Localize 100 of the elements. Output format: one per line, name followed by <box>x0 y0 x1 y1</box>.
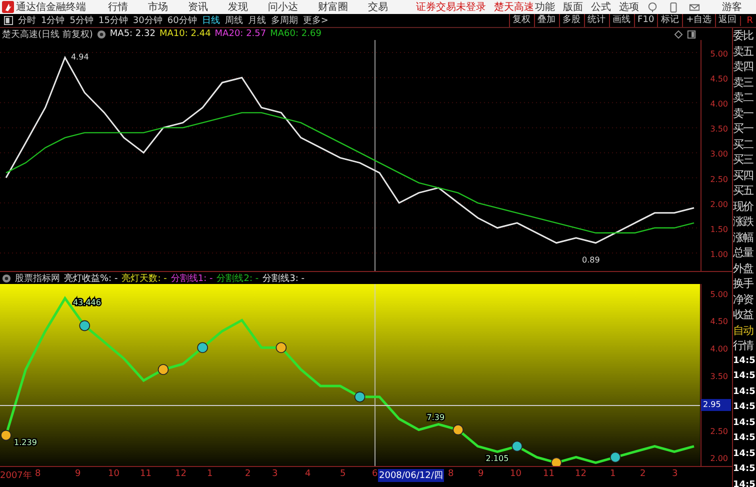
period-tab[interactable]: 30分钟 <box>132 14 162 27</box>
quote-label: 卖四 <box>733 59 754 74</box>
signal-icon <box>512 440 522 452</box>
ma-value: MA60: 2.69 <box>270 29 322 39</box>
indicator-value: 分割线3: - <box>262 272 304 284</box>
menu-item[interactable]: 资讯 <box>188 0 208 14</box>
message-icon[interactable] <box>689 2 700 12</box>
menu-item[interactable]: 财富圈 <box>318 0 348 14</box>
axis-label: 1.00 <box>710 250 728 259</box>
axis-label: 4.50 <box>710 317 728 326</box>
axis-label: 8 <box>35 469 41 479</box>
axis-label: 3.00 <box>710 150 728 159</box>
signal-icon <box>158 364 169 375</box>
value-annotation: 2.105 <box>486 454 509 464</box>
window-icon[interactable] <box>687 30 696 38</box>
price-annotation: 0.89 <box>582 255 600 264</box>
menu-item[interactable]: 功能 <box>535 0 555 14</box>
signal-icon <box>610 452 621 463</box>
app-title: 通达信金融终端 <box>16 0 86 14</box>
login-status[interactable]: 证券交易未登录 <box>416 0 486 14</box>
quote-label: 买五 <box>733 183 754 198</box>
trade-time: 14:5 <box>733 416 756 430</box>
period-tab[interactable]: 周线 <box>224 14 243 27</box>
quote-label: 涨幅 <box>733 230 754 245</box>
toolbar-button[interactable]: R <box>740 16 756 26</box>
axis-label: 2.50 <box>710 174 728 184</box>
menu-item[interactable]: 市场 <box>148 0 168 14</box>
menu-item[interactable]: 版面 <box>563 0 583 14</box>
indicator-value: 分割线1: - <box>170 272 213 284</box>
indicator-value: 分割线2: - <box>216 272 259 284</box>
panel-toggle-icon[interactable] <box>4 16 13 25</box>
trade-time: 14:5 <box>733 370 756 383</box>
value-annotation: 43.446 <box>72 298 101 307</box>
period-tab[interactable]: 15分钟 <box>98 14 128 27</box>
axis-label: 10 <box>108 469 120 479</box>
axis-label: 6 <box>372 469 378 479</box>
signal-icon <box>276 342 287 353</box>
chart-title: 楚天高速(日线 前复权) <box>2 28 93 40</box>
axis-label: 12 <box>575 469 586 479</box>
crosshair-value: 2.95 <box>701 399 731 412</box>
period-tab[interactable]: 多周期 <box>270 14 298 27</box>
axis-label: 2007年 <box>0 470 32 482</box>
menu-item[interactable]: 选项 <box>619 0 639 14</box>
price-annotation: 4.94 <box>70 52 89 62</box>
value-annotation: 7.39 <box>426 413 445 422</box>
quote-label: 买一 <box>733 121 754 136</box>
quote-label: 卖二 <box>733 90 754 106</box>
ma-value: MA20: 2.57 <box>214 29 266 39</box>
menu-item[interactable]: 发现 <box>228 0 248 14</box>
axis-label: 10 <box>510 469 522 479</box>
axis-label: 11 <box>543 469 554 479</box>
quote-label: 涨跌 <box>733 214 754 230</box>
period-tab[interactable]: 月线 <box>248 14 266 27</box>
menu-item[interactable]: 公式 <box>591 0 611 14</box>
trade-time: 14:5 <box>733 401 756 414</box>
period-tab[interactable]: 5分钟 <box>70 14 94 27</box>
crosshair-date: 2008/06/12/四 <box>378 469 444 482</box>
quote-label: 卖三 <box>733 74 754 90</box>
axis-label: 2.00 <box>710 200 728 209</box>
menu-item[interactable]: 行情 <box>108 0 128 14</box>
settings-icon[interactable] <box>96 30 106 38</box>
indicator-value: 亮灯收益%: - <box>64 272 118 284</box>
period-tab[interactable]: 日线 <box>202 14 220 27</box>
trade-time: 14:5 <box>733 432 756 445</box>
menu-item[interactable]: 交易 <box>368 0 388 14</box>
period-tab[interactable]: 1分钟 <box>41 14 65 27</box>
trade-time: 14:5 <box>733 354 756 368</box>
quote-label: 现价 <box>733 198 754 214</box>
settings-icon[interactable] <box>2 274 11 282</box>
axis-label: 2.50 <box>710 426 728 436</box>
axis-label: 3.50 <box>710 124 728 134</box>
trade-time: 14:5 <box>733 386 756 398</box>
period-tab[interactable]: 60分钟 <box>167 14 197 27</box>
axis-label: 5.00 <box>710 290 728 299</box>
axis-label: 2 <box>245 469 251 479</box>
axis-label: 4.50 <box>710 74 728 84</box>
axis-label: 3 <box>672 469 678 479</box>
axis-label: 2.00 <box>710 454 728 464</box>
axis-label: 9 <box>75 469 81 479</box>
menu-item[interactable]: 问小达 <box>268 0 298 14</box>
axis-label: 4.00 <box>710 344 728 354</box>
user-label[interactable]: 游客 <box>722 0 742 14</box>
mode-label[interactable]: 自动 <box>733 322 756 338</box>
period-tab[interactable]: 分时 <box>18 14 36 27</box>
axis-label: 2 <box>640 469 646 479</box>
trade-time: 14:5 <box>733 478 756 487</box>
quote-label: 总量 <box>733 245 754 260</box>
quote-label: 换手 <box>733 276 754 292</box>
period-tab[interactable]: 更多> <box>302 14 328 27</box>
axis-label: 1.50 <box>710 224 728 234</box>
ma-value: MA5: 2.32 <box>110 29 156 39</box>
axis-label: 11 <box>140 469 152 479</box>
quote-label: 外盘 <box>733 260 754 276</box>
quote-label: 委比 <box>733 28 754 44</box>
phone-icon[interactable] <box>668 2 679 12</box>
quote-label: 收益 <box>733 307 754 322</box>
stock-name: 楚天高速 <box>494 0 534 14</box>
quote-label: 买四 <box>733 168 754 183</box>
diamond-icon[interactable] <box>674 30 683 38</box>
axis-label: 8 <box>448 469 454 479</box>
